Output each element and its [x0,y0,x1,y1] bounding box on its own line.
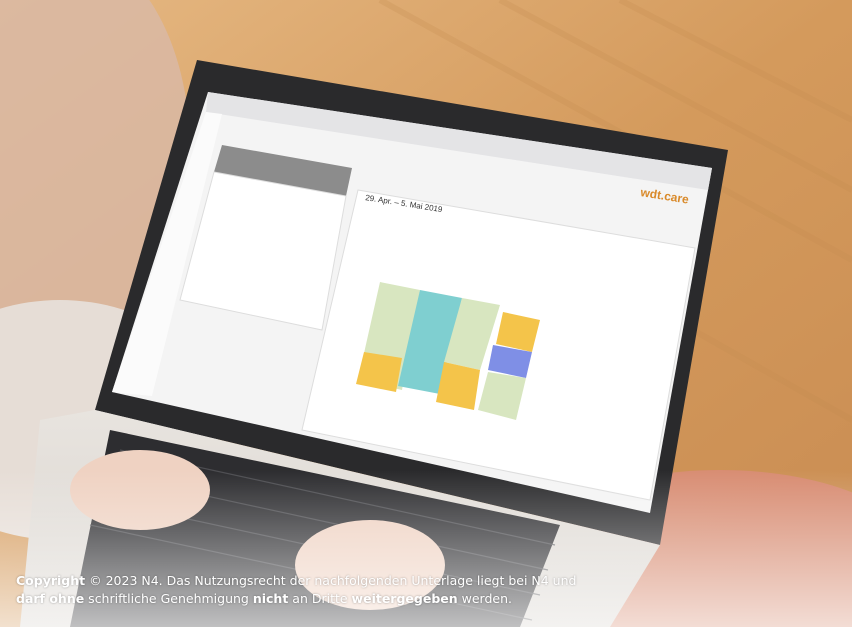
laptop-photo: 29. Apr. – 5. Mai 2019 wdt.care [0,0,852,627]
caption-line-2: darf ohne schriftliche Genehmigung nicht… [16,591,512,606]
caption-line-1: Copyright © 2023 N4. Das Nutzungsrecht d… [16,573,577,588]
copyright-caption: Copyright © 2023 N4. Das Nutzungsrecht d… [16,572,656,608]
